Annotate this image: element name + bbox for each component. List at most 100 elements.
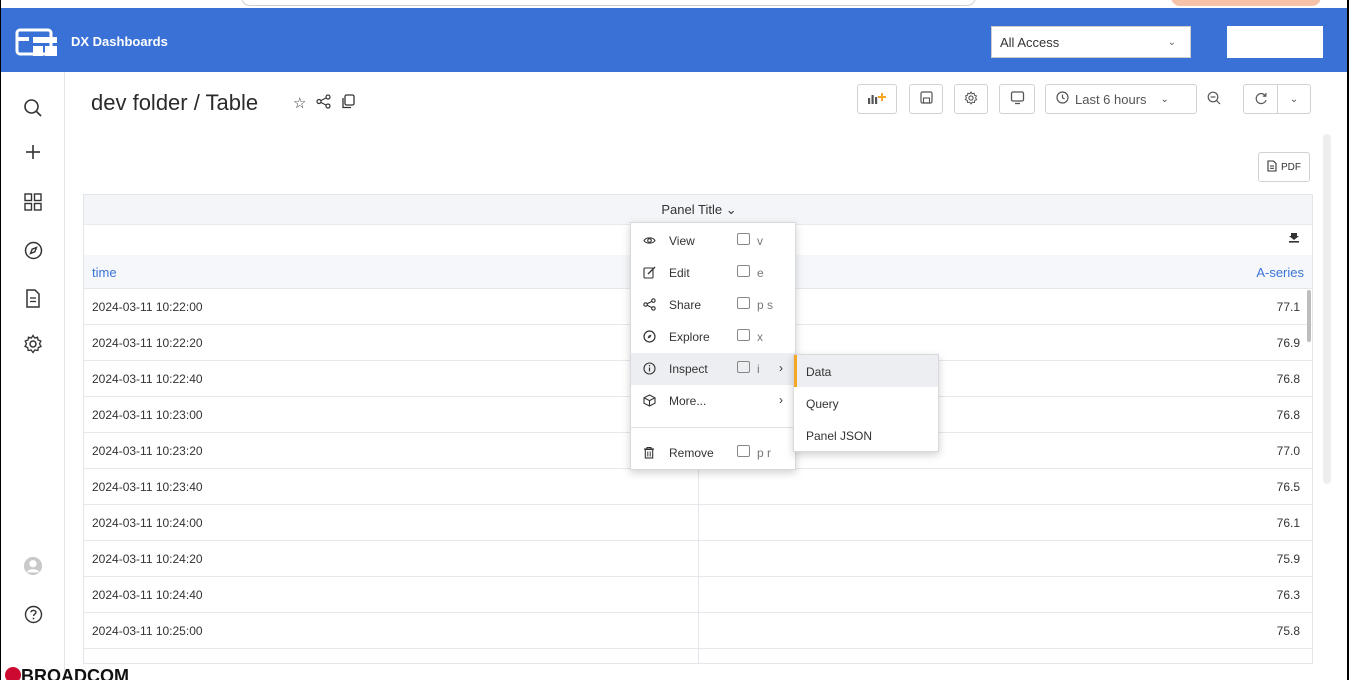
cell-value: 75.8 (1276, 624, 1300, 638)
settings-button[interactable] (954, 84, 988, 114)
time-range-label: Last 6 hours (1075, 91, 1147, 107)
menu-item-label: Edit (669, 266, 690, 280)
column-header-time[interactable]: time (92, 265, 117, 280)
plus-icon[interactable] (23, 142, 43, 162)
explore-icon (643, 330, 657, 344)
cell-time: 2024-03-11 10:22:00 (92, 300, 203, 314)
submenu-item-panel-json[interactable]: Panel JSON (794, 419, 938, 451)
add-panel-icon (867, 91, 887, 108)
menu-shortcut: v (757, 234, 763, 248)
avatar[interactable] (23, 556, 43, 576)
cell-value: 77.1 (1276, 300, 1300, 314)
star-icon[interactable]: ☆ (293, 94, 306, 113)
inspect-submenu: Data Query Panel JSON (793, 354, 939, 452)
menu-shortcut: e (757, 266, 764, 280)
cell-time: 2024-03-11 10:25:00 (92, 624, 203, 638)
share-icon[interactable] (316, 94, 332, 113)
menu-item-label: Inspect (669, 362, 708, 376)
page-scrollbar[interactable] (1323, 134, 1331, 484)
browser-url-bar[interactable] (241, 0, 976, 6)
menu-item-explore[interactable]: Explore x (631, 321, 795, 353)
table-row: 2024-03-11 10:24:40 76.3 (84, 577, 1312, 613)
panel-title[interactable]: Panel Title ⌄ (84, 195, 1312, 225)
chevron-down-icon: ⌄ (1160, 93, 1169, 105)
cell-time: 2024-03-11 10:23:40 (92, 480, 203, 494)
cell-time: 2024-03-11 10:22:20 (92, 336, 203, 350)
table-row: 2024-03-11 10:24:20 75.9 (84, 541, 1312, 577)
broadcom-logo-icon (5, 667, 21, 680)
pdf-label: PDF (1281, 161, 1301, 173)
cell-time: 2024-03-11 10:23:00 (92, 408, 203, 422)
menu-item-inspect[interactable]: Inspect i › (631, 353, 795, 385)
title-actions: ☆ (293, 94, 356, 113)
cell-time: 2024-03-11 10:24:20 (92, 552, 203, 566)
share-icon (643, 298, 657, 312)
refresh-interval-dropdown[interactable]: ⌄ (1277, 84, 1311, 114)
menu-item-remove[interactable]: Remove p r (631, 437, 795, 469)
user-box[interactable] (1227, 26, 1323, 58)
cell-time: 2024-03-11 10:23:20 (92, 444, 203, 458)
submenu-item-query[interactable]: Query (794, 387, 938, 419)
time-range-picker[interactable]: Last 6 hours ⌄ (1045, 84, 1197, 114)
refresh-button[interactable] (1243, 84, 1277, 114)
cell-value: 76.1 (1276, 516, 1300, 530)
app-logo-icon[interactable] (15, 28, 59, 58)
menu-shortcut: x (757, 330, 763, 344)
add-panel-button[interactable] (857, 84, 897, 114)
gear-icon[interactable] (23, 334, 43, 354)
chevron-down-icon: ⌄ (1289, 93, 1299, 105)
table-scrollbar[interactable] (1307, 290, 1311, 342)
cell-value: 76.5 (1276, 480, 1300, 494)
cell-time: 2024-03-11 10:24:40 (92, 588, 203, 602)
info-icon (643, 362, 657, 376)
chevron-right-icon: › (779, 361, 783, 375)
refresh-icon (1254, 91, 1268, 108)
copy-icon[interactable] (341, 94, 356, 113)
keyboard-icon (737, 361, 750, 373)
sidebar (1, 72, 65, 680)
menu-divider (631, 427, 795, 428)
zoom-out-button[interactable] (1199, 84, 1229, 114)
browser-strip (1, 0, 1347, 8)
monitor-icon (1010, 90, 1025, 108)
menu-shortcut: i (757, 362, 760, 376)
document-icon[interactable] (23, 288, 43, 308)
app-frame: DX Dashboards All Access ⌄ dev folder / … (0, 0, 1349, 680)
zoom-out-icon (1207, 91, 1221, 108)
table-row: 2024-03-11 10:25:00 75.8 (84, 613, 1312, 649)
explore-icon[interactable] (23, 240, 43, 260)
menu-item-label: Remove (669, 446, 714, 460)
footer-brand: BROADCOM (21, 666, 129, 680)
pdf-button[interactable]: PDF (1258, 152, 1310, 182)
tv-mode-button[interactable] (999, 84, 1035, 114)
cell-value: 76.3 (1276, 588, 1300, 602)
access-select-value: All Access (1000, 35, 1060, 50)
submenu-item-data[interactable]: Data (794, 355, 938, 387)
table-row: 2024-03-11 10:24:00 76.1 (84, 505, 1312, 541)
search-icon[interactable] (23, 98, 43, 118)
cell-value: 77.0 (1276, 444, 1300, 458)
table-row: 2024-03-11 10:23:40 76.5 (84, 469, 1312, 505)
cube-icon (643, 394, 657, 408)
browser-action-pill[interactable] (1171, 0, 1321, 6)
download-icon[interactable] (1288, 231, 1304, 247)
edit-icon (643, 266, 657, 280)
clock-icon (1056, 91, 1069, 107)
save-button[interactable] (909, 84, 943, 114)
document-icon (1267, 159, 1277, 175)
cell-time: 2024-03-11 10:22:40 (92, 372, 203, 386)
top-bar: DX Dashboards All Access ⌄ (1, 8, 1347, 72)
keyboard-icon (737, 445, 750, 457)
menu-item-label: View (669, 234, 695, 248)
column-header-a-series[interactable]: A-series (1256, 265, 1304, 280)
menu-item-label: Explore (669, 330, 710, 344)
help-icon[interactable] (23, 604, 43, 624)
cell-time: 2024-03-11 10:24:00 (92, 516, 203, 530)
cell-value: 76.8 (1276, 372, 1300, 386)
dashboards-icon[interactable] (23, 192, 43, 212)
menu-item-more[interactable]: More... › (631, 385, 795, 417)
menu-item-view[interactable]: View v (631, 225, 795, 257)
menu-item-share[interactable]: Share p s (631, 289, 795, 321)
menu-item-edit[interactable]: Edit e (631, 257, 795, 289)
access-select[interactable]: All Access ⌄ (991, 26, 1191, 58)
